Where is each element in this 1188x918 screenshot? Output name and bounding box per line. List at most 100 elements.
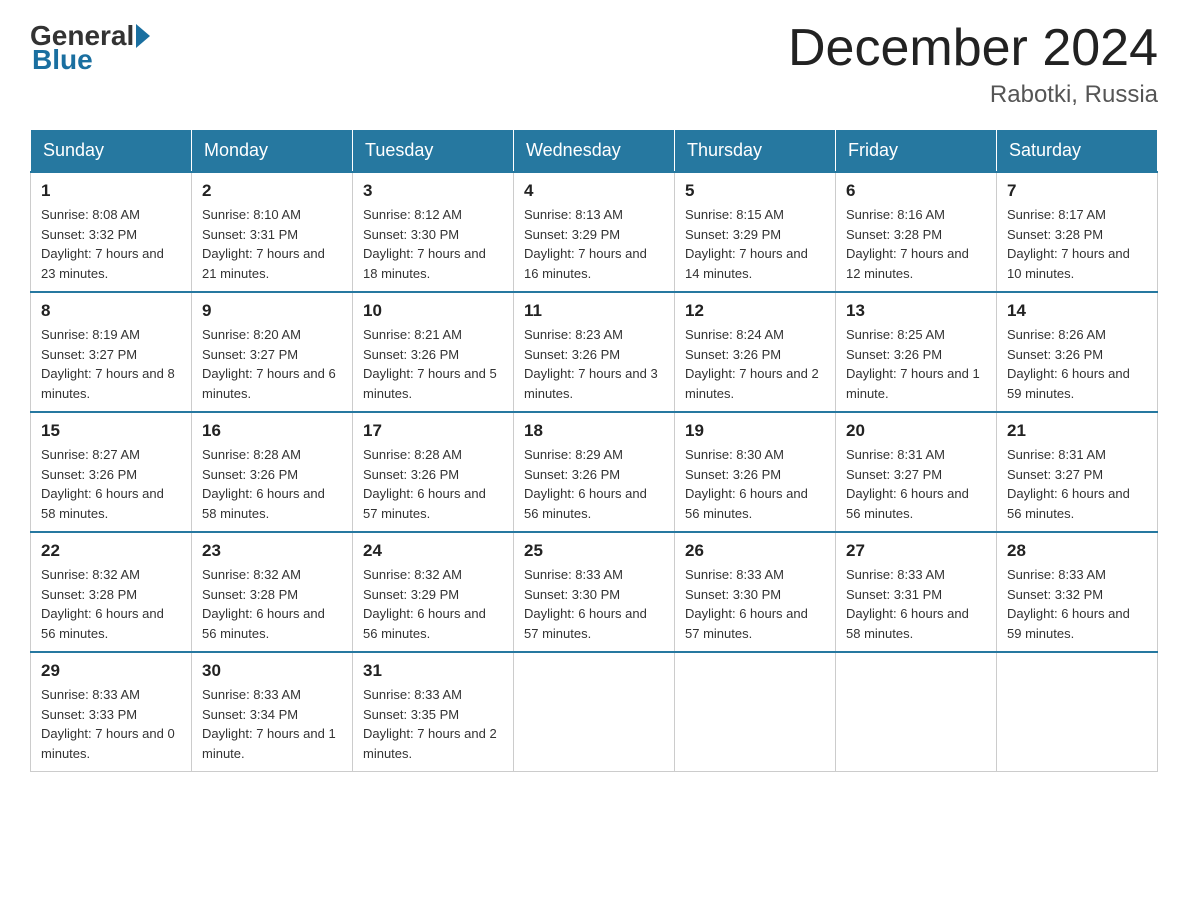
calendar-week-row: 22 Sunrise: 8:32 AM Sunset: 3:28 PM Dayl… [31,532,1158,652]
col-saturday: Saturday [997,130,1158,173]
day-info: Sunrise: 8:23 AM Sunset: 3:26 PM Dayligh… [524,325,664,403]
day-info: Sunrise: 8:26 AM Sunset: 3:26 PM Dayligh… [1007,325,1147,403]
day-number: 15 [41,421,181,441]
day-number: 2 [202,181,342,201]
calendar-header-row: Sunday Monday Tuesday Wednesday Thursday… [31,130,1158,173]
table-row: 2 Sunrise: 8:10 AM Sunset: 3:31 PM Dayli… [192,172,353,292]
day-number: 9 [202,301,342,321]
table-row: 4 Sunrise: 8:13 AM Sunset: 3:29 PM Dayli… [514,172,675,292]
table-row: 29 Sunrise: 8:33 AM Sunset: 3:33 PM Dayl… [31,652,192,772]
day-info: Sunrise: 8:29 AM Sunset: 3:26 PM Dayligh… [524,445,664,523]
table-row: 28 Sunrise: 8:33 AM Sunset: 3:32 PM Dayl… [997,532,1158,652]
day-number: 17 [363,421,503,441]
table-row: 5 Sunrise: 8:15 AM Sunset: 3:29 PM Dayli… [675,172,836,292]
table-row: 19 Sunrise: 8:30 AM Sunset: 3:26 PM Dayl… [675,412,836,532]
logo-arrow-icon [136,24,150,48]
table-row: 24 Sunrise: 8:32 AM Sunset: 3:29 PM Dayl… [353,532,514,652]
day-number: 8 [41,301,181,321]
day-number: 31 [363,661,503,681]
day-info: Sunrise: 8:28 AM Sunset: 3:26 PM Dayligh… [202,445,342,523]
day-info: Sunrise: 8:28 AM Sunset: 3:26 PM Dayligh… [363,445,503,523]
day-info: Sunrise: 8:10 AM Sunset: 3:31 PM Dayligh… [202,205,342,283]
day-number: 22 [41,541,181,561]
table-row: 10 Sunrise: 8:21 AM Sunset: 3:26 PM Dayl… [353,292,514,412]
day-number: 21 [1007,421,1147,441]
day-info: Sunrise: 8:33 AM Sunset: 3:35 PM Dayligh… [363,685,503,763]
table-row: 3 Sunrise: 8:12 AM Sunset: 3:30 PM Dayli… [353,172,514,292]
table-row: 21 Sunrise: 8:31 AM Sunset: 3:27 PM Dayl… [997,412,1158,532]
logo-blue-text: Blue [32,44,93,75]
table-row: 6 Sunrise: 8:16 AM Sunset: 3:28 PM Dayli… [836,172,997,292]
day-info: Sunrise: 8:32 AM Sunset: 3:29 PM Dayligh… [363,565,503,643]
table-row: 25 Sunrise: 8:33 AM Sunset: 3:30 PM Dayl… [514,532,675,652]
day-info: Sunrise: 8:13 AM Sunset: 3:29 PM Dayligh… [524,205,664,283]
page-header: General Blue December 2024 Rabotki, Russ… [30,20,1158,109]
col-sunday: Sunday [31,130,192,173]
day-number: 13 [846,301,986,321]
day-number: 25 [524,541,664,561]
calendar-table: Sunday Monday Tuesday Wednesday Thursday… [30,129,1158,772]
table-row: 8 Sunrise: 8:19 AM Sunset: 3:27 PM Dayli… [31,292,192,412]
day-number: 3 [363,181,503,201]
table-row: 9 Sunrise: 8:20 AM Sunset: 3:27 PM Dayli… [192,292,353,412]
day-info: Sunrise: 8:31 AM Sunset: 3:27 PM Dayligh… [846,445,986,523]
table-row: 17 Sunrise: 8:28 AM Sunset: 3:26 PM Dayl… [353,412,514,532]
calendar-week-row: 8 Sunrise: 8:19 AM Sunset: 3:27 PM Dayli… [31,292,1158,412]
calendar-week-row: 15 Sunrise: 8:27 AM Sunset: 3:26 PM Dayl… [31,412,1158,532]
col-wednesday: Wednesday [514,130,675,173]
col-monday: Monday [192,130,353,173]
table-row: 11 Sunrise: 8:23 AM Sunset: 3:26 PM Dayl… [514,292,675,412]
day-info: Sunrise: 8:31 AM Sunset: 3:27 PM Dayligh… [1007,445,1147,523]
table-row: 12 Sunrise: 8:24 AM Sunset: 3:26 PM Dayl… [675,292,836,412]
day-info: Sunrise: 8:20 AM Sunset: 3:27 PM Dayligh… [202,325,342,403]
day-number: 10 [363,301,503,321]
day-number: 12 [685,301,825,321]
table-row: 13 Sunrise: 8:25 AM Sunset: 3:26 PM Dayl… [836,292,997,412]
day-info: Sunrise: 8:19 AM Sunset: 3:27 PM Dayligh… [41,325,181,403]
table-row: 7 Sunrise: 8:17 AM Sunset: 3:28 PM Dayli… [997,172,1158,292]
day-info: Sunrise: 8:32 AM Sunset: 3:28 PM Dayligh… [41,565,181,643]
day-info: Sunrise: 8:33 AM Sunset: 3:32 PM Dayligh… [1007,565,1147,643]
table-row [997,652,1158,772]
table-row: 31 Sunrise: 8:33 AM Sunset: 3:35 PM Dayl… [353,652,514,772]
day-info: Sunrise: 8:15 AM Sunset: 3:29 PM Dayligh… [685,205,825,283]
table-row: 22 Sunrise: 8:32 AM Sunset: 3:28 PM Dayl… [31,532,192,652]
title-section: December 2024 Rabotki, Russia [788,20,1158,109]
day-info: Sunrise: 8:12 AM Sunset: 3:30 PM Dayligh… [363,205,503,283]
day-number: 30 [202,661,342,681]
day-info: Sunrise: 8:32 AM Sunset: 3:28 PM Dayligh… [202,565,342,643]
day-number: 27 [846,541,986,561]
day-number: 14 [1007,301,1147,321]
table-row [836,652,997,772]
table-row: 18 Sunrise: 8:29 AM Sunset: 3:26 PM Dayl… [514,412,675,532]
day-number: 28 [1007,541,1147,561]
day-info: Sunrise: 8:30 AM Sunset: 3:26 PM Dayligh… [685,445,825,523]
table-row: 15 Sunrise: 8:27 AM Sunset: 3:26 PM Dayl… [31,412,192,532]
table-row: 14 Sunrise: 8:26 AM Sunset: 3:26 PM Dayl… [997,292,1158,412]
day-info: Sunrise: 8:33 AM Sunset: 3:30 PM Dayligh… [524,565,664,643]
day-info: Sunrise: 8:33 AM Sunset: 3:33 PM Dayligh… [41,685,181,763]
day-number: 20 [846,421,986,441]
day-number: 4 [524,181,664,201]
day-info: Sunrise: 8:33 AM Sunset: 3:31 PM Dayligh… [846,565,986,643]
table-row: 20 Sunrise: 8:31 AM Sunset: 3:27 PM Dayl… [836,412,997,532]
table-row: 30 Sunrise: 8:33 AM Sunset: 3:34 PM Dayl… [192,652,353,772]
day-info: Sunrise: 8:17 AM Sunset: 3:28 PM Dayligh… [1007,205,1147,283]
day-number: 23 [202,541,342,561]
day-info: Sunrise: 8:27 AM Sunset: 3:26 PM Dayligh… [41,445,181,523]
day-info: Sunrise: 8:08 AM Sunset: 3:32 PM Dayligh… [41,205,181,283]
day-info: Sunrise: 8:33 AM Sunset: 3:34 PM Dayligh… [202,685,342,763]
table-row: 26 Sunrise: 8:33 AM Sunset: 3:30 PM Dayl… [675,532,836,652]
table-row: 16 Sunrise: 8:28 AM Sunset: 3:26 PM Dayl… [192,412,353,532]
calendar-title: December 2024 [788,20,1158,77]
day-number: 16 [202,421,342,441]
calendar-subtitle: Rabotki, Russia [788,81,1158,109]
col-friday: Friday [836,130,997,173]
day-info: Sunrise: 8:21 AM Sunset: 3:26 PM Dayligh… [363,325,503,403]
day-number: 24 [363,541,503,561]
calendar-week-row: 1 Sunrise: 8:08 AM Sunset: 3:32 PM Dayli… [31,172,1158,292]
table-row [514,652,675,772]
day-info: Sunrise: 8:24 AM Sunset: 3:26 PM Dayligh… [685,325,825,403]
day-info: Sunrise: 8:25 AM Sunset: 3:26 PM Dayligh… [846,325,986,403]
table-row: 27 Sunrise: 8:33 AM Sunset: 3:31 PM Dayl… [836,532,997,652]
